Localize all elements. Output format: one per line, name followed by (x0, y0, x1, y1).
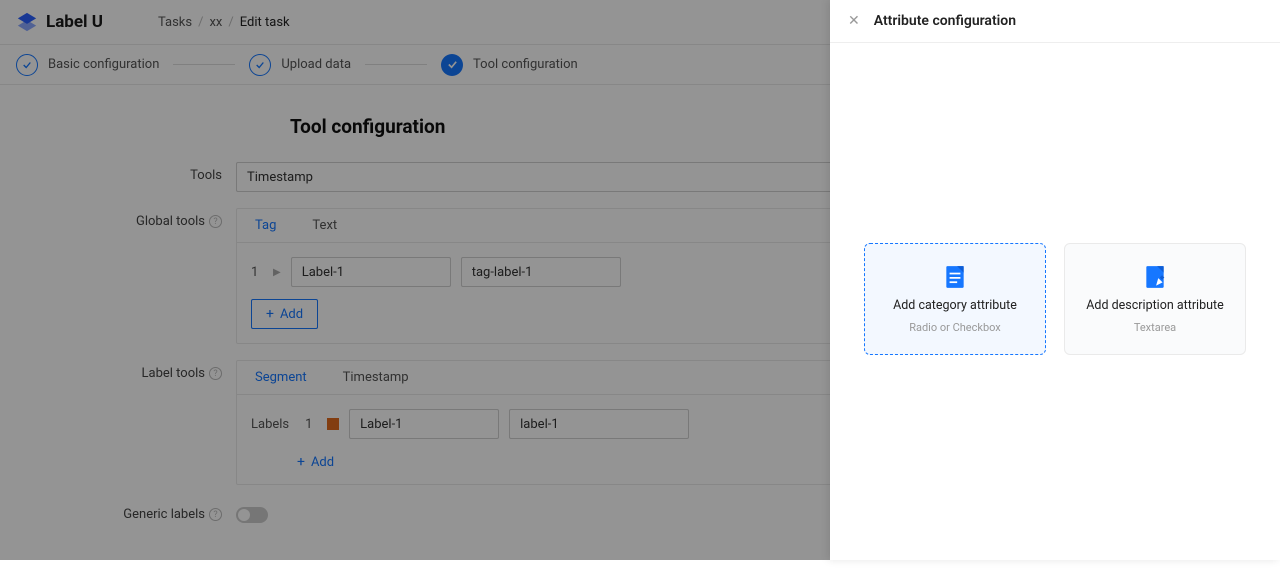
edit-document-icon (1142, 264, 1168, 290)
list-icon (942, 264, 968, 290)
drawer-title: Attribute configuration (874, 13, 1016, 29)
add-description-attribute-card[interactable]: Add description attribute Textarea (1064, 243, 1246, 355)
close-icon[interactable]: ✕ (848, 13, 860, 29)
add-category-attribute-card[interactable]: Add category attribute Radio or Checkbox (864, 243, 1046, 355)
attribute-config-drawer: ✕ Attribute configuration Add category a… (830, 0, 1280, 560)
